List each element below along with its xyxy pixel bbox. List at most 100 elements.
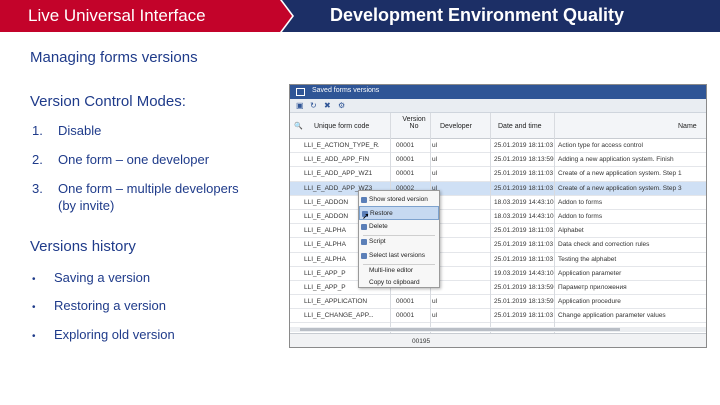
mode-number: 3.	[32, 181, 43, 196]
menu-item-script[interactable]: Script	[359, 235, 439, 249]
section-managing-versions: Managing forms versions	[30, 49, 198, 66]
cell-code: LLI_E_ACTION_TYPE_R...	[304, 142, 379, 149]
cell-name: Adding a new application system. Finish	[558, 156, 674, 164]
mode-number: 2.	[32, 152, 43, 167]
menu-item-select-last-versions[interactable]: Select last versions	[359, 249, 439, 263]
table-row[interactable]: LLI_E_ADDON 18.03.2019 14:43:10 Addon to f…	[290, 196, 706, 210]
horizontal-scrollbar[interactable]	[290, 327, 706, 332]
cell-name: Alphabet	[558, 227, 584, 235]
table-row[interactable]: LLI_E_ALPHA 25.01.2019 18:11:03 Data check…	[290, 238, 706, 253]
cell-datetime: 25.01.2019 18:11:03	[494, 227, 554, 235]
cell-name: Action type for access control	[558, 142, 643, 149]
cell-version: 00001	[396, 298, 415, 306]
window-titlebar: Saved forms versions	[290, 85, 706, 99]
column-header-name[interactable]: Name	[678, 123, 697, 130]
header-left-banner: Live Universal Interface	[0, 0, 292, 32]
header-right-title: Development Environment Quality	[330, 5, 625, 25]
column-header-developer[interactable]: Developer	[440, 123, 472, 130]
cell-datetime: 25.01.2019 18:11:03	[494, 170, 554, 178]
column-header-datetime[interactable]: Date and time	[498, 123, 542, 130]
section-versions-history: Versions history	[30, 238, 136, 255]
mode-number: 1.	[32, 123, 43, 138]
cell-datetime: 25.01.2019 18:13:59	[494, 298, 554, 306]
column-divider	[490, 113, 491, 345]
menu-item-copy-to-clipboard[interactable]: Copy to clipboard	[359, 276, 439, 290]
grid-header: 🔍 Unique form code Version No Developer …	[290, 113, 706, 139]
mouse-cursor-icon: ➚	[362, 211, 370, 221]
cell-datetime: 25.01.2019 18:13:59	[494, 156, 554, 164]
mode-item-3: 3. One form – multiple developers	[32, 181, 239, 196]
select-icon	[361, 253, 367, 259]
table-row[interactable]: LLI_E_APPLICATION 00001 ul 25.01.2019 18:13…	[290, 295, 706, 310]
window-title: Saved forms versions	[312, 87, 380, 94]
delete-icon[interactable]: ✖	[324, 101, 331, 110]
history-item-3: • Exploring old version	[32, 327, 175, 342]
cell-datetime: 25.01.2019 18:13:59	[494, 283, 554, 291]
cell-datetime: 25.01.2019 18:11:03	[494, 312, 554, 320]
slide: Live Universal Interface Development Env…	[0, 0, 720, 405]
cell-developer: ul	[432, 298, 438, 306]
mode-item-2: 2. One form – one developer	[32, 152, 209, 167]
save-icon[interactable]: ▣	[296, 101, 304, 110]
cell-datetime: 25.01.2019 18:11:03	[494, 142, 554, 149]
column-header-version[interactable]: Version No	[402, 116, 426, 130]
header-right-banner: Development Environment Quality	[282, 0, 720, 32]
cell-datetime: 19.03.2019 14:43:10	[494, 269, 554, 277]
cell-datetime: 25.01.2019 18:11:03	[494, 184, 554, 192]
grid-rows: LLI_E_ACTION_TYPE_R... 00001 ul 25.01.2019 …	[290, 139, 706, 324]
bullet: •	[32, 331, 36, 342]
history-label: Restoring a version	[54, 298, 166, 313]
menu-item-show-stored-version[interactable]: Show stored version	[359, 193, 439, 207]
cell-version: 00001	[396, 156, 415, 164]
delete-icon	[361, 224, 367, 230]
history-label: Saving a version	[54, 270, 151, 285]
table-row[interactable]: LLI_E_APP_P 19.03.2019 14:43:10 Applicatio…	[290, 267, 706, 281]
refresh-icon[interactable]: ↻	[310, 101, 317, 110]
window-icon	[296, 88, 305, 96]
window-toolbar: ▣ ↻ ✖ ⚙	[290, 99, 706, 113]
cell-version: 00001	[396, 312, 415, 320]
cell-datetime: 18.03.2019 14:43:10	[494, 212, 554, 220]
cell-code: LLI_E_CHANGE_APP...	[304, 312, 374, 320]
cell-version: 00001	[396, 170, 415, 178]
table-row[interactable]: LLI_E_ACTION_TYPE_R... 00001 ul 25.01.2019 …	[290, 139, 706, 154]
column-header-code[interactable]: Unique form code	[314, 123, 369, 130]
table-row[interactable]: LLI_E_ADD_APP_WZ3 00002 ul 25.01.2019 18:11…	[290, 181, 706, 196]
cell-code: LLI_E_APPLICATION	[304, 298, 368, 306]
settings-icon[interactable]: ⚙	[338, 101, 345, 110]
table-row[interactable]: LLI_E_APP_P 25.01.2019 18:13:59 Параметр п…	[290, 281, 706, 296]
cell-name: Create of a new application system. Step…	[558, 170, 682, 178]
cell-name: Addon to forms	[558, 212, 603, 220]
scrollbar-thumb[interactable]	[300, 328, 620, 331]
bullet: •	[32, 274, 36, 285]
cell-datetime: 25.01.2019 18:11:03	[494, 255, 554, 263]
cell-name: Application procedure	[558, 298, 621, 306]
grid-footer: 00195	[290, 333, 706, 347]
cell-name: Data check and correction rules	[558, 241, 650, 249]
cell-datetime: 25.01.2019 18:11:03	[494, 241, 554, 249]
cell-name: Application parameter	[558, 269, 622, 277]
table-row[interactable]: LLI_E_ALPHA 25.01.2019 18:11:03 Alphabet	[290, 224, 706, 239]
cell-developer: ul	[432, 170, 438, 178]
table-row[interactable]: LLI_E_ADD_APP_WZ1 00001 ul 25.01.2019 18:11…	[290, 167, 706, 182]
saved-forms-window: Saved forms versions ▣ ↻ ✖ ⚙ 🔍 Unique fo…	[289, 84, 707, 348]
record-count: 00195	[412, 338, 431, 345]
cell-name: Change application parameter values	[558, 312, 666, 320]
menu-item-restore[interactable]: Restore	[359, 206, 439, 220]
table-row[interactable]: LLI_E_CHANGE_APP... 00001 ul 25.01.2019 18:…	[290, 309, 706, 324]
search-icon[interactable]: 🔍	[294, 122, 303, 130]
mode-label: One form – one developer	[58, 152, 210, 167]
mode-label: One form – multiple developers	[58, 181, 239, 196]
cell-name: Addon to forms	[558, 198, 603, 206]
versions-grid: 🔍 Unique form code Version No Developer …	[290, 113, 706, 324]
mode-item-3-continued: (by invite)	[58, 198, 115, 213]
mode-label: Disable	[58, 123, 102, 138]
history-item-2: • Restoring a version	[32, 298, 166, 313]
cell-name: Параметр приложения	[558, 283, 627, 291]
cell-version: 00001	[396, 142, 415, 149]
menu-item-delete[interactable]: Delete	[359, 220, 439, 234]
table-row[interactable]: LLI_E_ADD_APP_FIN 00001 ul 25.01.2019 18:13…	[290, 153, 706, 168]
table-row[interactable]: LLI_E_ALPHA 25.01.2019 18:11:03 Testing th…	[290, 253, 706, 267]
table-row[interactable]: LLI_E_ADDON 18.03.2019 14:43:10 Addon to f…	[290, 210, 706, 225]
cell-developer: ul	[432, 156, 438, 164]
